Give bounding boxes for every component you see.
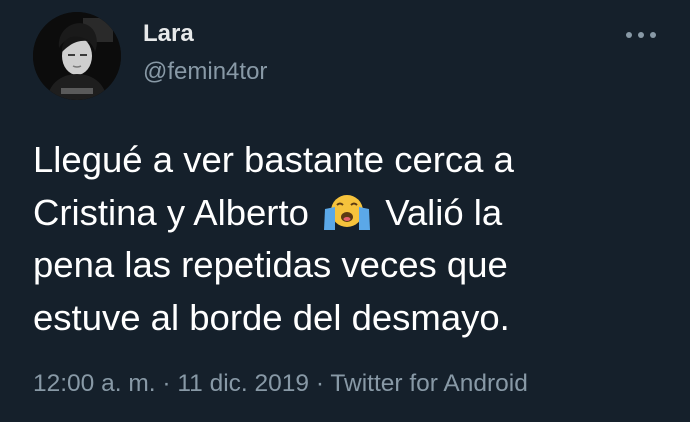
meta-separator: · xyxy=(162,370,171,397)
tweet-card: Lara @femin4tor Llegué a ver bastante ce… xyxy=(0,0,690,422)
tweet-text-line: estuve al borde del desmayo. xyxy=(33,296,510,338)
tweet-text-line: Llegué a ver bastante cerca a xyxy=(33,139,514,180)
meta-separator: · xyxy=(315,370,325,397)
tweet-text-line: Cristina y Alberto xyxy=(33,191,309,233)
tweet-text: Llegué a ver bastante cerca a Cristina y… xyxy=(33,134,633,344)
user-handle[interactable]: @femin4tor xyxy=(143,58,267,86)
profile-photo-icon xyxy=(33,12,121,100)
avatar[interactable] xyxy=(33,12,121,100)
more-horizontal-icon xyxy=(626,32,656,38)
tweet-time[interactable]: 12:00 a. m. xyxy=(33,370,156,397)
tweet-meta: 12:00 a. m. · 11 dic. 2019 · Twitter for… xyxy=(33,369,528,399)
more-options-button[interactable] xyxy=(622,24,660,46)
display-name[interactable]: Lara xyxy=(143,20,194,48)
loudly-crying-face-icon xyxy=(321,191,373,231)
tweet-text-line: Valió la xyxy=(385,191,503,233)
tweet-date[interactable]: 11 dic. 2019 xyxy=(177,370,309,397)
tweet-source-link[interactable]: Twitter for Android xyxy=(330,370,527,397)
tweet-text-line: pena las repetidas veces que xyxy=(33,244,508,285)
